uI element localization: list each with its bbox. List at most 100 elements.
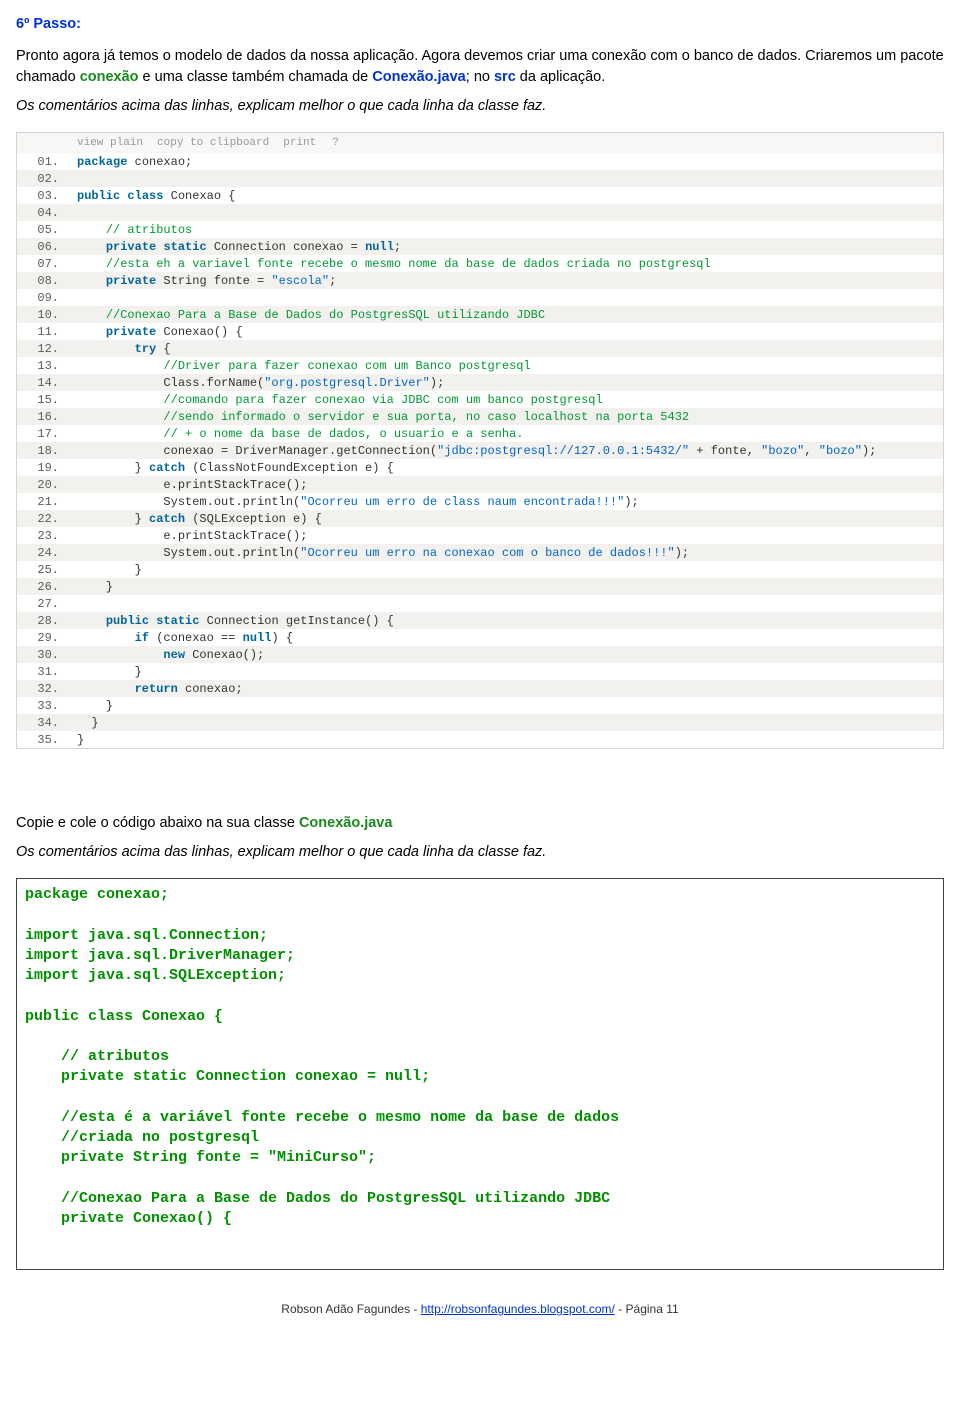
code-row: 09.: [17, 289, 943, 306]
code-row: 06. private static Connection conexao = …: [17, 238, 943, 255]
code-row: 19. } catch (ClassNotFoundException e) {: [17, 459, 943, 476]
code-row: 16. //sendo informado o servidor e sua p…: [17, 408, 943, 425]
copy-paste-pre: Copie e cole o código abaixo na sua clas…: [16, 815, 299, 831]
line-number: 24.: [17, 544, 69, 561]
code-content: private Conexao() {: [69, 323, 943, 340]
code-row: 34. }: [17, 714, 943, 731]
toolbar-print[interactable]: print: [283, 137, 316, 149]
line-number: 07.: [17, 255, 69, 272]
line-number: 34.: [17, 714, 69, 731]
code-content: public static Connection getInstance() {: [69, 612, 943, 629]
code-row: 23. e.printStackTrace();: [17, 527, 943, 544]
line-number: 06.: [17, 238, 69, 255]
code-toolbar: view plain copy to clipboard print?: [17, 133, 943, 153]
code-row: 12. try {: [17, 340, 943, 357]
code-content: return conexao;: [69, 680, 943, 697]
line-number: 13.: [17, 357, 69, 374]
code-row: 31. }: [17, 663, 943, 680]
step-heading: 6º Passo:: [16, 16, 944, 32]
line-number: 30.: [17, 646, 69, 663]
copy-paste-paragraph: Copie e cole o código abaixo na sua clas…: [16, 813, 944, 834]
line-number: 05.: [17, 221, 69, 238]
code-content: package conexao;: [69, 153, 943, 170]
code-content: // + o nome da base de dados, o usuario …: [69, 425, 943, 442]
code-content: } catch (ClassNotFoundException e) {: [69, 459, 943, 476]
comment-note: Os comentários acima das linhas, explica…: [16, 98, 944, 114]
code-content: } catch (SQLException e) {: [69, 510, 943, 527]
code-content: try {: [69, 340, 943, 357]
line-number: 04.: [17, 204, 69, 221]
line-number: 19.: [17, 459, 69, 476]
line-number: 22.: [17, 510, 69, 527]
line-number: 16.: [17, 408, 69, 425]
code-content: conexao = DriverManager.getConnection("j…: [69, 442, 943, 459]
code-content: e.printStackTrace();: [69, 476, 943, 493]
toolbar-view-plain[interactable]: view plain: [77, 137, 143, 149]
code-row: 18. conexao = DriverManager.getConnectio…: [17, 442, 943, 459]
code-row: 05. // atributos: [17, 221, 943, 238]
code-row: 29. if (conexao == null) {: [17, 629, 943, 646]
code-content: if (conexao == null) {: [69, 629, 943, 646]
code-content: //esta eh a variavel fonte recebe o mesm…: [69, 255, 943, 272]
code-content: //Conexao Para a Base de Dados do Postgr…: [69, 306, 943, 323]
code-lines: 01.package conexao;02. 03.public class C…: [17, 153, 943, 748]
intro-t2: e uma classe também chamada de: [139, 69, 373, 85]
code-row: 11. private Conexao() {: [17, 323, 943, 340]
code-content: }: [69, 731, 943, 748]
intro-class: Conexão.java: [372, 69, 466, 85]
intro-t3: ; no: [466, 69, 494, 85]
code-row: 28. public static Connection getInstance…: [17, 612, 943, 629]
code-content: }: [69, 714, 943, 731]
code-row: 30. new Conexao();: [17, 646, 943, 663]
line-number: 26.: [17, 578, 69, 595]
line-number: 28.: [17, 612, 69, 629]
code-row: 14. Class.forName("org.postgresql.Driver…: [17, 374, 943, 391]
code-content: // atributos: [69, 221, 943, 238]
line-number: 20.: [17, 476, 69, 493]
code-content: //Driver para fazer conexao com um Banco…: [69, 357, 943, 374]
footer-page: - Página 11: [615, 1302, 679, 1316]
code-content: System.out.println("Ocorreu um erro na c…: [69, 544, 943, 561]
code-row: 20. e.printStackTrace();: [17, 476, 943, 493]
code-row: 10. //Conexao Para a Base de Dados do Po…: [17, 306, 943, 323]
footer-link[interactable]: http://robsonfagundes.blogspot.com/: [421, 1302, 615, 1316]
code-row: 17. // + o nome da base de dados, o usua…: [17, 425, 943, 442]
code-content: //comando para fazer conexao via JDBC co…: [69, 391, 943, 408]
code-content: public class Conexao {: [69, 187, 943, 204]
line-number: 17.: [17, 425, 69, 442]
code-content: [69, 289, 943, 306]
code-content: new Conexao();: [69, 646, 943, 663]
line-number: 15.: [17, 391, 69, 408]
code-row: 33. }: [17, 697, 943, 714]
intro-t4: da aplicação.: [516, 69, 605, 85]
code-content: [69, 170, 943, 187]
toolbar-help[interactable]: ?: [332, 137, 339, 149]
code-content: }: [69, 663, 943, 680]
line-number: 02.: [17, 170, 69, 187]
line-number: 11.: [17, 323, 69, 340]
code-content: [69, 204, 943, 221]
code-row: 21. System.out.println("Ocorreu um erro …: [17, 493, 943, 510]
code-content: e.printStackTrace();: [69, 527, 943, 544]
code-content: private static Connection conexao = null…: [69, 238, 943, 255]
line-number: 31.: [17, 663, 69, 680]
line-number: 25.: [17, 561, 69, 578]
code-row: 25. }: [17, 561, 943, 578]
line-number: 29.: [17, 629, 69, 646]
line-number: 03.: [17, 187, 69, 204]
line-number: 18.: [17, 442, 69, 459]
code-viewer: view plain copy to clipboard print? 01.pac…: [16, 132, 944, 749]
code-row: 15. //comando para fazer conexao via JDB…: [17, 391, 943, 408]
code-row: 35.}: [17, 731, 943, 748]
toolbar-copy[interactable]: copy to clipboard: [157, 137, 269, 149]
code-content: System.out.println("Ocorreu um erro de c…: [69, 493, 943, 510]
line-number: 35.: [17, 731, 69, 748]
code-content: private String fonte = "escola";: [69, 272, 943, 289]
code-content: }: [69, 697, 943, 714]
line-number: 01.: [17, 153, 69, 170]
intro-paragraph: Pronto agora já temos o modelo de dados …: [16, 46, 944, 88]
line-number: 21.: [17, 493, 69, 510]
code-row: 22. } catch (SQLException e) {: [17, 510, 943, 527]
code-row: 26. }: [17, 578, 943, 595]
line-number: 08.: [17, 272, 69, 289]
